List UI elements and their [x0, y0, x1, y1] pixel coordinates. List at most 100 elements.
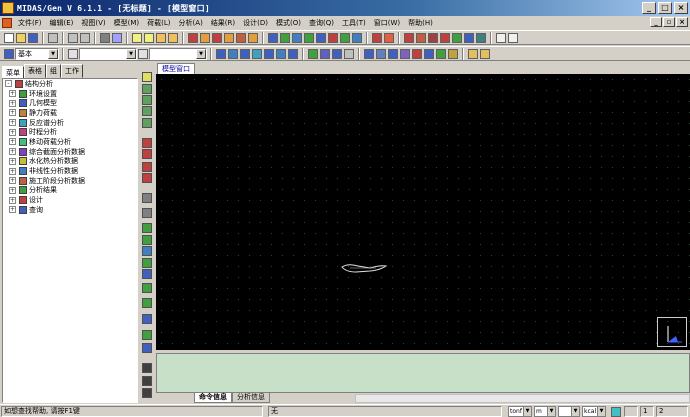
unit-combo[interactable]: 基本 ▼	[15, 47, 59, 60]
angle-icon[interactable]	[142, 314, 152, 324]
tree-item[interactable]: + 查询	[3, 205, 137, 215]
result-deform-icon[interactable]	[416, 32, 426, 43]
orbit-icon[interactable]	[142, 330, 152, 340]
pointer-icon[interactable]	[142, 363, 152, 373]
tab-command-messages[interactable]: 命令信息	[194, 393, 232, 403]
select-volume-icon[interactable]	[248, 32, 258, 43]
zoom-fit-icon[interactable]	[142, 84, 152, 94]
tree-item[interactable]: - 结构分析	[3, 79, 137, 89]
expand-icon[interactable]: +	[9, 99, 16, 107]
expand-icon[interactable]: +	[9, 206, 16, 214]
tree-item[interactable]: + 设计	[3, 195, 137, 205]
inverse-icon[interactable]	[400, 48, 410, 59]
select-all-icon[interactable]	[142, 72, 152, 82]
inactivate-icon[interactable]	[376, 48, 386, 59]
move-icon[interactable]	[292, 32, 302, 43]
rotate-left-icon[interactable]	[142, 223, 152, 233]
result-stress-icon[interactable]	[440, 32, 450, 43]
tree-item[interactable]: + 几何模型	[3, 98, 137, 108]
tab-model-window[interactable]: 模型窗口	[157, 63, 195, 74]
chevron-down-icon[interactable]: ▼	[126, 48, 136, 59]
plane-y-icon[interactable]	[448, 48, 458, 59]
perspective-icon[interactable]	[332, 48, 342, 59]
tree-item[interactable]: + 综合截面分析数据	[3, 147, 137, 157]
key-icon[interactable]	[480, 48, 490, 59]
tab-works[interactable]: 工作	[61, 64, 83, 78]
menu-mode[interactable]: 模式(O)	[272, 18, 305, 28]
new-file-icon[interactable]	[4, 32, 14, 43]
expand-icon[interactable]: +	[9, 138, 16, 146]
result-table-icon[interactable]	[452, 32, 462, 43]
view-rotate-icon[interactable]	[264, 48, 274, 59]
menu-tree[interactable]: - 结构分析 + 环境设置 + 几何模型 + 静力荷载 + 反应谱分析 + 时程分析 + 移动荷载分析 + 综…	[2, 78, 138, 403]
lock-icon[interactable]	[468, 48, 478, 59]
font-icon[interactable]	[496, 32, 506, 43]
message-pane[interactable]	[156, 353, 690, 393]
view-iso-icon[interactable]	[252, 48, 262, 59]
heat-unit-combo[interactable]: kcal ▼	[582, 406, 606, 417]
child-close-button[interactable]: ×	[676, 17, 688, 27]
horizontal-scrollbar[interactable]	[355, 394, 690, 403]
arrow-right-icon[interactable]	[142, 149, 152, 159]
expand-icon[interactable]: +	[9, 109, 16, 117]
snap-line-icon[interactable]	[168, 32, 178, 43]
menu-analysis[interactable]: 分析(A)	[175, 18, 207, 28]
view-side-icon[interactable]	[240, 48, 250, 59]
box-view-icon[interactable]	[142, 246, 152, 256]
tree-item[interactable]: + 移动荷载分析	[3, 137, 137, 147]
menu-query[interactable]: 查询(Q)	[305, 18, 338, 28]
tree-item[interactable]: + 时程分析	[3, 127, 137, 137]
result-animate-icon[interactable]	[476, 32, 486, 43]
iso-view-icon[interactable]	[142, 258, 152, 268]
pan-hand-icon[interactable]	[142, 376, 152, 386]
maximize-button[interactable]: □	[658, 2, 672, 14]
node-select-combo[interactable]: ▼	[79, 47, 137, 60]
tree-item[interactable]: + 环境设置	[3, 89, 137, 99]
model-canvas[interactable]	[156, 74, 690, 350]
tab-tables[interactable]: 表格	[24, 64, 46, 78]
menu-window[interactable]: 窗口(W)	[370, 18, 404, 28]
element-icon[interactable]	[280, 32, 290, 43]
grid-icon[interactable]	[132, 32, 142, 43]
undo-icon[interactable]	[68, 32, 78, 43]
chevron-down-icon[interactable]: ▼	[597, 407, 605, 416]
rotate-icon[interactable]	[316, 32, 326, 43]
menu-design[interactable]: 设计(D)	[239, 18, 272, 28]
pan-icon[interactable]	[142, 298, 152, 308]
result-reaction-icon[interactable]	[404, 32, 414, 43]
element-select-combo[interactable]: ▼	[149, 47, 207, 60]
close-button[interactable]: ×	[674, 2, 688, 14]
menu-tools[interactable]: 工具(T)	[338, 18, 370, 28]
temperature-unit-combo[interactable]: ▼	[558, 406, 580, 417]
shade-icon[interactable]	[320, 48, 330, 59]
save-icon[interactable]	[28, 32, 38, 43]
select-window-icon[interactable]	[200, 32, 210, 43]
expand-icon[interactable]: +	[9, 157, 16, 165]
preview-icon[interactable]	[112, 32, 122, 43]
analysis-run-icon[interactable]	[372, 32, 382, 43]
snap-grid-icon[interactable]	[144, 32, 154, 43]
minimize-button[interactable]: _	[642, 2, 656, 14]
app-icon[interactable]	[2, 2, 14, 14]
arrow-up-icon[interactable]	[142, 162, 152, 172]
view-save-icon[interactable]	[4, 48, 14, 59]
display-icon[interactable]	[344, 48, 354, 59]
zoom-window-icon[interactable]	[142, 118, 152, 128]
origin-icon[interactable]	[142, 208, 152, 218]
view-top-icon[interactable]	[228, 48, 238, 59]
tree-item[interactable]: + 分析结果	[3, 186, 137, 196]
expand-icon[interactable]: +	[9, 167, 16, 175]
document-icon[interactable]	[2, 17, 12, 28]
select-polygon-icon[interactable]	[212, 32, 222, 43]
navigate-icon[interactable]	[142, 388, 152, 398]
chevron-down-icon[interactable]: ▼	[547, 407, 555, 416]
plane-x-icon[interactable]	[436, 48, 446, 59]
menu-file[interactable]: 文件(F)	[14, 18, 46, 28]
analysis-check-icon[interactable]	[384, 32, 394, 43]
redo-icon[interactable]	[80, 32, 90, 43]
chevron-down-icon[interactable]: ▼	[196, 48, 206, 59]
tree-item[interactable]: + 非线性分析数据	[3, 166, 137, 176]
node-icon[interactable]	[268, 32, 278, 43]
child-restore-button[interactable]: ▫	[663, 17, 675, 27]
view-pan-icon[interactable]	[276, 48, 286, 59]
